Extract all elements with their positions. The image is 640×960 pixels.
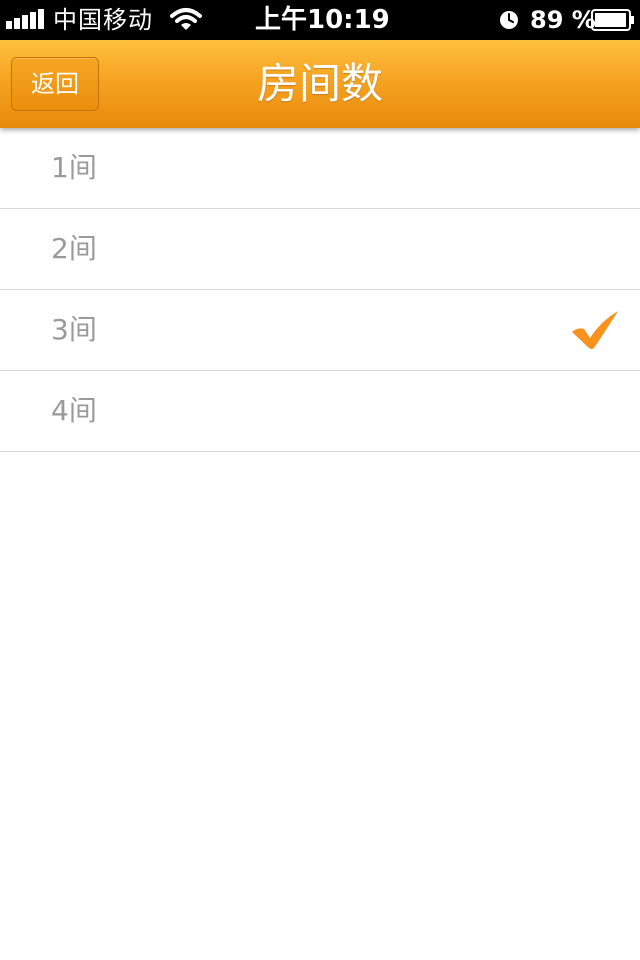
signal-bars-icon [6, 9, 44, 29]
room-option-4[interactable]: 4间 [0, 371, 640, 452]
room-option-2[interactable]: 2间 [0, 209, 640, 290]
room-option-label: 4间 [51, 394, 97, 427]
back-button[interactable]: 返回 [11, 57, 99, 111]
navigation-bar: 房间数 返回 [0, 40, 640, 128]
battery-icon [591, 9, 634, 31]
clock-icon [500, 11, 518, 29]
status-bar: 中国移动 上午10:19 89 % [0, 0, 640, 40]
battery-percent: 89 % [530, 6, 596, 34]
wifi-icon [170, 8, 202, 30]
room-option-label: 3间 [51, 313, 97, 346]
checkmark-icon [572, 311, 618, 349]
carrier-name: 中国移动 [53, 6, 153, 34]
room-option-3[interactable]: 3间 [0, 290, 640, 371]
room-option-label: 1间 [51, 151, 97, 184]
room-count-list: 1间 2间 3间 4间 [0, 128, 640, 452]
status-time: 上午10:19 [255, 5, 390, 35]
room-option-label: 2间 [51, 232, 97, 265]
room-option-1[interactable]: 1间 [0, 128, 640, 209]
